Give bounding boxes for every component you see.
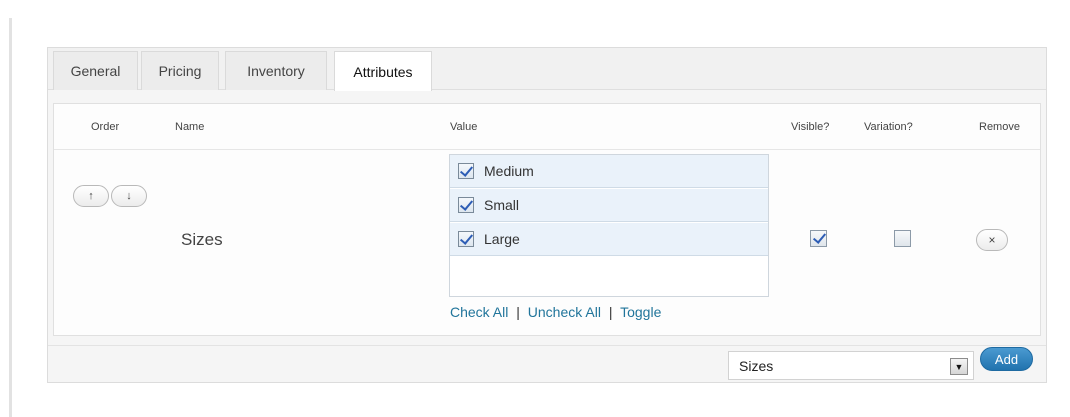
- uncheck-all-link[interactable]: Uncheck All: [528, 304, 601, 320]
- remove-attribute-button[interactable]: ×: [976, 229, 1008, 251]
- visible-checkbox[interactable]: [810, 230, 827, 247]
- header-variation: Variation?: [864, 121, 913, 133]
- left-edge-rule: [9, 18, 12, 417]
- chevron-down-icon[interactable]: ▼: [950, 358, 968, 375]
- toggle-link[interactable]: Toggle: [620, 304, 661, 320]
- checkbox-medium[interactable]: [458, 163, 474, 179]
- header-visible: Visible?: [791, 121, 830, 133]
- variation-checkbox[interactable]: [894, 230, 911, 247]
- value-label-medium: Medium: [484, 163, 534, 179]
- attribute-select-value: Sizes: [739, 357, 774, 374]
- value-item-small[interactable]: Small: [450, 189, 768, 222]
- tab-general[interactable]: General: [53, 51, 138, 90]
- header-value: Value: [450, 121, 478, 133]
- tab-inventory[interactable]: Inventory: [225, 51, 327, 90]
- value-actions: Check All | Uncheck All | Toggle: [450, 304, 661, 320]
- checkbox-small[interactable]: [458, 197, 474, 213]
- value-label-large: Large: [484, 231, 520, 247]
- value-item-large[interactable]: Large: [450, 223, 768, 256]
- tab-attributes[interactable]: Attributes: [334, 51, 432, 91]
- header-order: Order: [91, 121, 120, 133]
- attribute-values-list[interactable]: Medium Small Large: [449, 154, 769, 297]
- check-all-link[interactable]: Check All: [450, 304, 508, 320]
- link-separator: |: [608, 304, 613, 320]
- tab-pricing[interactable]: Pricing: [141, 51, 219, 90]
- footer-divider: [48, 345, 1046, 346]
- header-name: Name: [175, 121, 205, 133]
- move-up-button[interactable]: ↑: [73, 185, 109, 207]
- attribute-select[interactable]: Sizes ▼: [728, 351, 974, 380]
- value-label-small: Small: [484, 197, 520, 213]
- tab-bar: General Pricing Inventory Attributes: [48, 48, 1046, 91]
- checkbox-large[interactable]: [458, 231, 474, 247]
- header-remove: Remove: [979, 121, 1020, 133]
- attribute-name: Sizes: [181, 230, 223, 249]
- value-item-medium[interactable]: Medium: [450, 155, 768, 188]
- close-icon: ×: [988, 233, 996, 247]
- link-separator: |: [516, 304, 520, 320]
- header-divider: [54, 149, 1040, 150]
- add-attribute-button[interactable]: Add: [980, 347, 1033, 371]
- move-down-button[interactable]: ↓: [111, 185, 147, 207]
